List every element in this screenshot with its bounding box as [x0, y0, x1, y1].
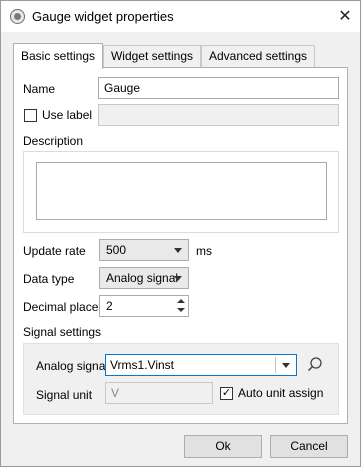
data-type-select[interactable]: Analog signal [99, 267, 189, 289]
signal-settings-label: Signal settings [23, 325, 102, 339]
decimal-places-label: Decimal places [23, 300, 105, 314]
chevron-down-icon[interactable] [282, 363, 290, 368]
use-label-checkbox[interactable] [24, 109, 37, 122]
update-rate-label: Update rate [23, 244, 86, 258]
combobox-separator [275, 357, 276, 373]
chevron-down-icon [174, 248, 182, 253]
search-icon[interactable] [307, 356, 323, 372]
data-type-label: Data type [23, 272, 75, 286]
analog-signal-label: Analog signal [36, 359, 109, 373]
spin-up-icon[interactable] [176, 297, 186, 306]
analog-signal-value: Vrms1.Vinst [110, 358, 175, 372]
use-label-label: Use label [42, 108, 93, 122]
decimal-places-spinbox[interactable]: 2 [99, 295, 189, 317]
description-textarea[interactable] [36, 162, 327, 220]
label-input [98, 104, 339, 126]
cancel-button[interactable]: Cancel [270, 435, 348, 458]
data-type-value: Analog signal [106, 271, 179, 285]
name-input[interactable]: Gauge [98, 77, 339, 99]
update-rate-select[interactable]: 500 [99, 239, 189, 261]
spin-down-icon[interactable] [176, 306, 186, 315]
description-label: Description [23, 134, 84, 148]
name-label: Name [23, 82, 56, 96]
update-rate-value: 500 [106, 243, 127, 257]
signal-unit-label: Signal unit [36, 388, 93, 402]
auto-unit-checkbox[interactable]: ✓ [220, 387, 233, 400]
chevron-down-icon [174, 276, 182, 281]
ok-button[interactable]: Ok [184, 435, 262, 458]
analog-signal-combobox[interactable]: Vrms1.Vinst [105, 354, 297, 376]
dialog-window: Gauge widget properties ✕ Basic settings… [0, 0, 361, 467]
decimal-places-value: 2 [106, 299, 113, 313]
auto-unit-label: Auto unit assign [238, 386, 324, 400]
update-rate-unit: ms [196, 244, 212, 258]
signal-unit-input: V [105, 382, 213, 404]
